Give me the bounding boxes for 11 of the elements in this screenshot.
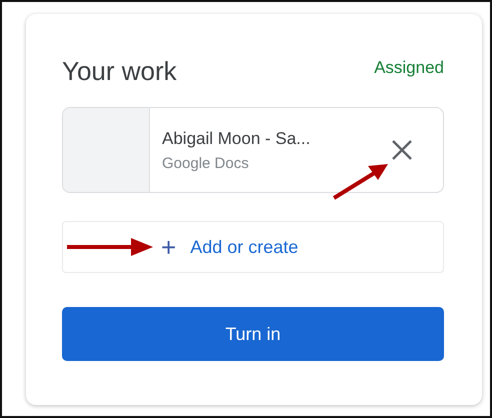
card-title: Your work [62,56,177,87]
attachment-card[interactable]: Abigail Moon - Sa... Google Docs [62,107,444,193]
add-or-create-button[interactable]: + Add or create [62,221,444,273]
attachment-title: Abigail Moon - Sa... [162,128,312,148]
plus-icon: + [161,234,176,260]
annotation-arrow [332,162,390,200]
turn-in-button[interactable]: Turn in [62,307,444,361]
status-label: Assigned [374,58,444,78]
add-label: Add or create [190,236,298,258]
close-icon [391,139,413,161]
attachment-type: Google Docs [162,154,250,172]
